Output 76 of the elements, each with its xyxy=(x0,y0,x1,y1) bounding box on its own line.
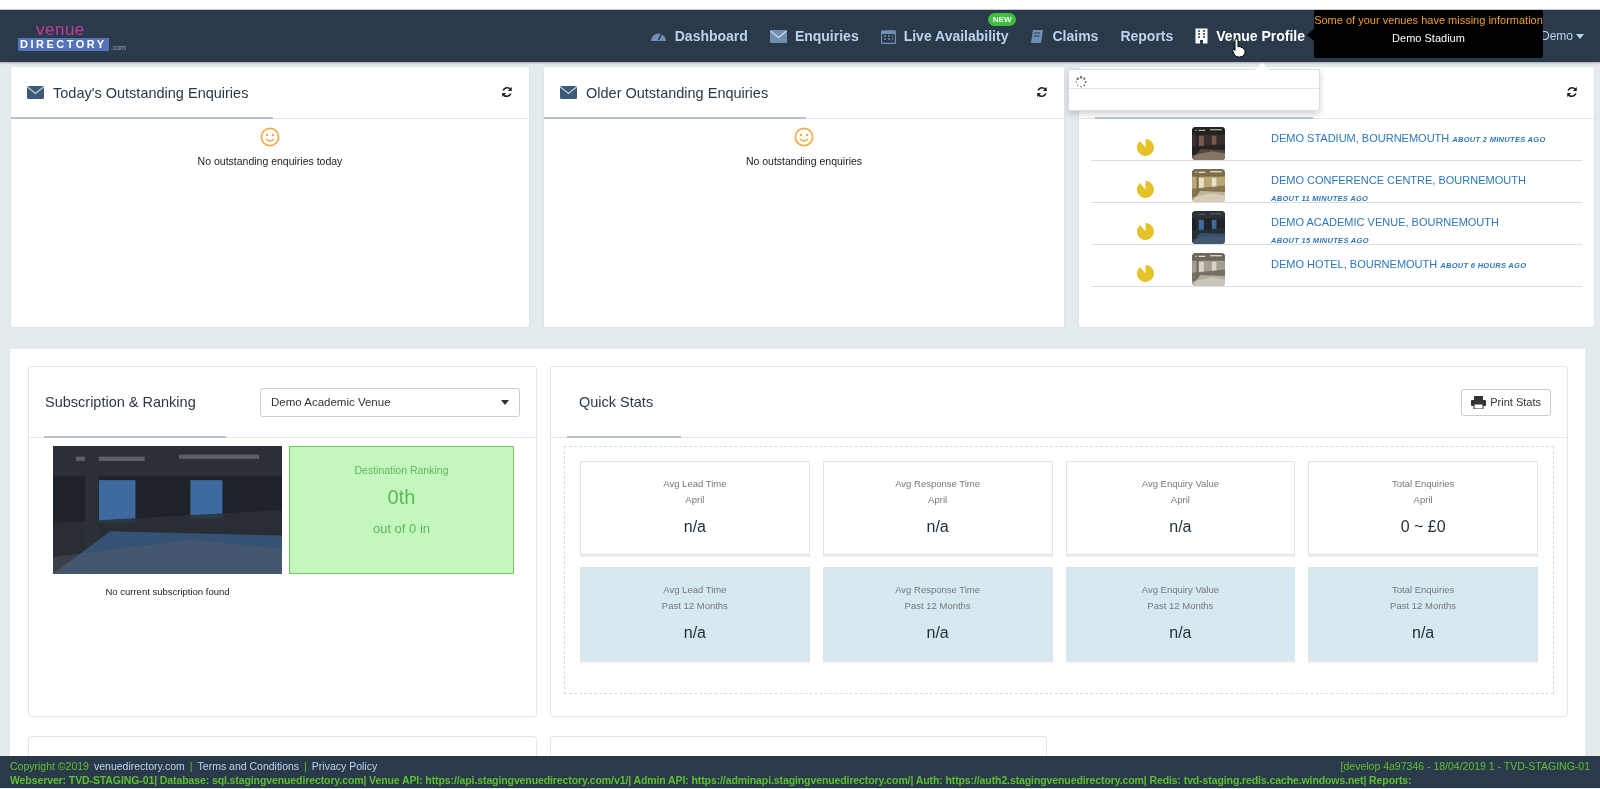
stat-period: Past 12 Months xyxy=(1147,600,1214,611)
stat-value: n/a xyxy=(1412,624,1435,642)
stat-period: Past 12 Months xyxy=(1390,600,1457,611)
spinner-icon xyxy=(1075,76,1087,88)
footer-link[interactable]: Terms and Conditions xyxy=(197,759,300,773)
tooltip-arrow-icon xyxy=(1307,29,1314,41)
stat-value: n/a xyxy=(926,624,949,642)
book-icon xyxy=(1030,28,1045,44)
nav-link[interactable]: Venue Profile xyxy=(1195,28,1305,44)
stat-label: Avg Response Time xyxy=(895,478,981,489)
stat-value: n/a xyxy=(683,518,706,536)
copyright-text: Copyright ©2019 xyxy=(10,759,89,773)
server-info: Webserver: TVD-STAGING-01| Database: sql.stagingvenuedirectory.com| Venue API: https://api.stagingvenuedirectory.com/v1/| Admin API: https://adminapi.stagingvenuedirectory.com/| Auth: https://auth2.stagingvenuedirectory.com| Redis: tvd-staging.redis.cache.windows.net| Reports: xyxy=(10,773,1413,787)
stat-label: Total Enquiries xyxy=(1391,478,1455,489)
nav-link[interactable]: Claims xyxy=(1030,28,1099,44)
venue-select[interactable]: Demo Academic Venue xyxy=(260,387,520,417)
envelope-icon xyxy=(27,86,44,99)
refresh-icon[interactable] xyxy=(1036,85,1048,98)
stat-value: n/a xyxy=(1169,518,1192,536)
stat-label: Avg Response Time xyxy=(895,584,981,595)
build-info: [develop 4a97346 - 18/04/2019 1 - TVD-STAGING-01 xyxy=(1340,759,1590,773)
nav-link[interactable]: Dashboard xyxy=(649,28,748,44)
nav-link[interactable]: Live Availability xyxy=(880,28,1009,44)
separator: | xyxy=(189,759,193,773)
stat-period: April xyxy=(1413,494,1433,505)
smiley-icon xyxy=(794,127,814,147)
stat-label: Avg Enquiry Value xyxy=(1141,584,1219,595)
pie-chart-icon xyxy=(1137,223,1154,240)
venue-link[interactable]: DEMO HOTEL, BOURNEMOUTH xyxy=(1271,258,1438,270)
pie-chart-icon xyxy=(1137,181,1154,198)
nav-link[interactable]: Enquiries xyxy=(769,28,859,44)
stat-value: 0 ~ £0 xyxy=(1400,518,1446,536)
stat-value: n/a xyxy=(926,518,949,536)
new-badge: NEW xyxy=(987,13,1017,26)
panel-title: Older Outstanding Enquiries xyxy=(586,84,769,101)
ranking-total: out of 0 in xyxy=(372,521,431,536)
caret-icon xyxy=(501,399,509,405)
stat-period: April xyxy=(1170,494,1190,505)
panel-title: Today's Outstanding Enquiries xyxy=(53,84,249,101)
caret-icon xyxy=(1576,33,1584,39)
stat-period: Past 12 Months xyxy=(904,600,971,611)
pie-chart-icon xyxy=(1137,139,1154,156)
stat-label: Avg Lead Time xyxy=(663,584,727,595)
nav-link[interactable]: Reports xyxy=(1120,28,1174,44)
stat-label: Avg Lead Time xyxy=(663,478,727,489)
venue-link[interactable]: DEMO CONFERENCE CENTRE, BOURNEMOUTH xyxy=(1271,174,1526,186)
smiley-icon xyxy=(260,127,280,147)
venue-link[interactable]: DEMO ACADEMIC VENUE, BOURNEMOUTH xyxy=(1271,216,1499,228)
empty-message: No outstanding enquiries today xyxy=(197,155,343,167)
stat-period: Past 12 Months xyxy=(661,600,728,611)
ranking-value: 0th xyxy=(387,486,416,509)
ranking-label: Destination Ranking xyxy=(354,464,449,476)
subscription-message: No current subscription found xyxy=(105,586,230,597)
refresh-icon[interactable] xyxy=(1566,85,1578,98)
print-icon xyxy=(1471,395,1487,409)
stat-label: Total Enquiries xyxy=(1391,584,1455,595)
empty-message: No outstanding enquiries xyxy=(745,155,863,167)
tooltip: Some of your venues have missing information Demo Stadium xyxy=(1314,10,1543,58)
stat-label: Avg Enquiry Value xyxy=(1141,478,1219,489)
envelope-icon xyxy=(769,29,787,43)
venue-link[interactable]: DEMO STADIUM, BOURNEMOUTH xyxy=(1271,132,1450,144)
calendar-icon xyxy=(880,28,896,44)
site-link[interactable]: venuedirectory.com xyxy=(93,759,185,773)
stat-value: n/a xyxy=(683,624,706,642)
separator: | xyxy=(304,759,307,773)
stat-period: April xyxy=(685,494,705,505)
pie-chart-icon xyxy=(1137,265,1154,282)
building-icon xyxy=(1195,28,1209,44)
footer-link[interactable]: Privacy Policy xyxy=(311,759,378,773)
panel-title: Subscription & Ranking xyxy=(45,394,196,410)
refresh-icon[interactable] xyxy=(501,85,513,98)
stat-value: n/a xyxy=(1169,624,1192,642)
envelope-icon xyxy=(560,86,577,99)
panel-title: Quick Stats xyxy=(579,394,654,410)
stat-period: April xyxy=(928,494,948,505)
print-stats-button[interactable]: Print Stats xyxy=(1461,388,1551,416)
